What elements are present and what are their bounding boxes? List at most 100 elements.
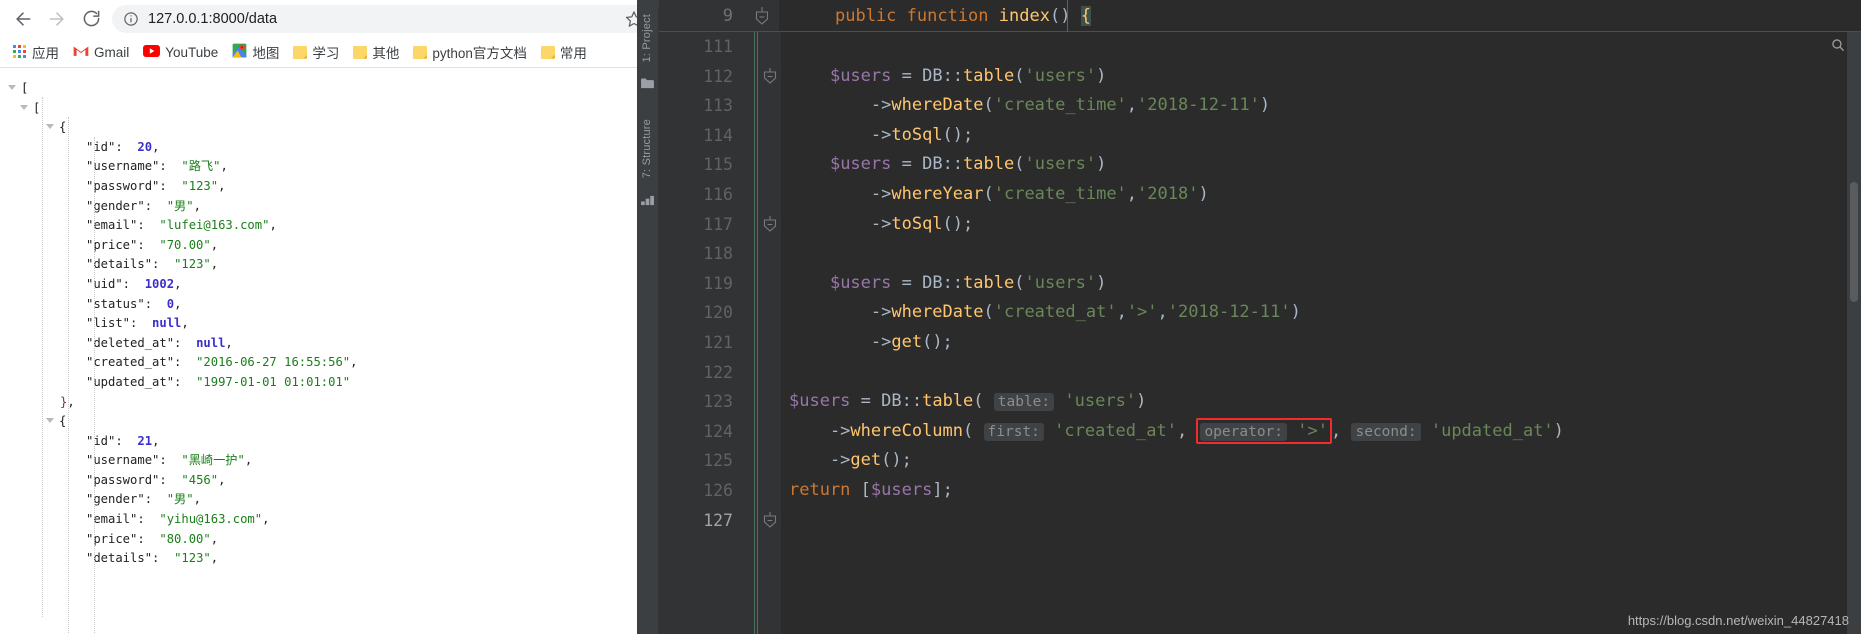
url-text: 127.0.0.1:8000/data <box>148 10 278 27</box>
code-line[interactable] <box>781 358 1861 388</box>
bookmark-folder-python-docs[interactable]: python官方文档 <box>406 40 534 64</box>
code-line[interactable]: ->whereDate('create_time','2018-12-11') <box>781 91 1861 121</box>
indent-guide-line <box>754 32 755 634</box>
gutter-line-number[interactable]: 121 <box>659 328 745 358</box>
json-indent-guide <box>94 137 95 634</box>
phpstorm-window: PHP phpunit... User.php × <box>637 0 1861 634</box>
bookmark-youtube[interactable]: YouTube <box>136 43 225 62</box>
editor-code-area[interactable]: $users = DB::table('users') ->whereDate(… <box>781 32 1861 634</box>
code-line[interactable] <box>781 239 1861 269</box>
folder-icon <box>293 45 308 59</box>
parameter-hint: first: <box>983 422 1044 441</box>
bookmark-gmail[interactable]: Gmail <box>66 43 136 62</box>
sidebar-item-structure[interactable]: 7: Structure <box>637 113 657 184</box>
bookmark-label: 其他 <box>372 46 400 61</box>
back-button[interactable] <box>6 2 40 36</box>
editor-scrollbar-thumb[interactable] <box>1850 182 1858 302</box>
gutter-line-number[interactable]: 117 <box>659 210 745 240</box>
google-maps-icon <box>232 43 247 61</box>
code-line[interactable]: ->get(); <box>781 328 1861 358</box>
screenshot-root: 127.0.0.1:8000/data 应用 Gmail YouTube 地图 … <box>0 0 1861 634</box>
code-line[interactable]: $users = DB::table( table: 'users') <box>781 387 1861 417</box>
code-line[interactable]: ->get(); <box>781 446 1861 476</box>
watermark-text: https://blog.csdn.net/weixin_44827418 <box>1627 613 1849 628</box>
bookmark-label: 地图 <box>252 46 280 61</box>
bookmark-folder-common[interactable]: 常用 <box>534 40 594 64</box>
gutter-line-number[interactable]: 116 <box>659 180 745 210</box>
twisty-icon[interactable] <box>8 85 16 90</box>
code-fold-icon[interactable] <box>762 67 778 86</box>
bookmark-label: Gmail <box>94 44 130 60</box>
folder-icon <box>540 45 555 59</box>
code-line[interactable]: return [$users]; <box>781 476 1861 506</box>
sticky-header-divider <box>1067 0 1068 32</box>
indent-guide-line <box>757 32 758 634</box>
bookmark-label: 常用 <box>559 46 587 61</box>
twisty-icon[interactable] <box>46 418 54 424</box>
gutter-line-number[interactable]: 113 <box>659 91 745 121</box>
structure-icon[interactable] <box>641 191 654 205</box>
gutter-line-number[interactable]: 115 <box>659 150 745 180</box>
sticky-code-text: public function index() { <box>835 5 1091 26</box>
forward-button[interactable] <box>40 2 74 36</box>
gutter-line-number[interactable]: 122 <box>659 358 745 388</box>
project-folder-icon[interactable] <box>641 74 654 89</box>
code-line[interactable]: ->toSql(); <box>781 121 1861 151</box>
folder-icon <box>353 45 368 59</box>
sticky-line-number: 9 <box>659 0 745 31</box>
search-icon[interactable] <box>1831 38 1845 56</box>
gutter-line-number[interactable]: 119 <box>659 269 745 299</box>
folder-icon <box>413 45 428 59</box>
gutter-line-number[interactable]: 123 <box>659 387 745 417</box>
code-line[interactable]: $users = DB::table('users') <box>781 150 1861 180</box>
page-info-icon[interactable] <box>123 11 139 27</box>
code-line[interactable]: ->whereDate('created_at','>','2018-12-11… <box>781 298 1861 328</box>
bookmark-label: YouTube <box>165 44 219 60</box>
json-indent-guide <box>42 97 43 617</box>
highlight-box: operator: '>' <box>1196 417 1332 444</box>
bookmark-label: 应用 <box>32 46 59 61</box>
gutter-line-number[interactable]: 124 <box>659 417 745 447</box>
gutter-line-number[interactable]: 125 <box>659 446 745 476</box>
gutter-line-number[interactable]: 120 <box>659 298 745 328</box>
gmail-icon <box>73 45 89 60</box>
code-line[interactable]: $users = DB::table('users') <box>781 269 1861 299</box>
code-line[interactable]: ->toSql(); <box>781 210 1861 240</box>
sidebar-item-project[interactable]: 1: Project <box>637 8 657 68</box>
code-line[interactable]: ->whereYear('create_time','2018') <box>781 180 1861 210</box>
bookmark-folder-study[interactable]: 学习 <box>286 40 346 64</box>
gutter-line-number[interactable]: 127 <box>659 506 745 536</box>
gutter-line-number[interactable]: 126 <box>659 476 745 506</box>
gutter-line-number[interactable]: 112 <box>659 62 745 92</box>
bookmark-label: python官方文档 <box>432 46 527 61</box>
bookmark-maps[interactable]: 地图 <box>225 40 286 64</box>
parameter-hint: table: <box>993 393 1055 412</box>
sticky-fold-icon[interactable] <box>745 0 779 31</box>
address-bar[interactable]: 127.0.0.1:8000/data <box>112 4 655 33</box>
tool-window-stripe: 1: Project 7: Structure <box>637 8 659 634</box>
sticky-function-header: 9 public function index() { <box>659 0 1861 32</box>
gutter-line-number[interactable]: 111 <box>659 32 745 62</box>
apps-grid-icon <box>13 45 27 59</box>
bookmark-label: 学习 <box>312 46 340 61</box>
bookmark-apps[interactable]: 应用 <box>6 40 66 64</box>
parameter-hint: second: <box>1351 422 1421 441</box>
editor-scrollbar[interactable] <box>1847 32 1861 634</box>
twisty-icon[interactable] <box>46 124 54 130</box>
gutter-line-number[interactable]: 118 <box>659 239 745 269</box>
code-line[interactable]: ->whereColumn( first: 'created_at', oper… <box>781 417 1861 447</box>
code-line[interactable] <box>781 506 1861 536</box>
editor-gutter[interactable]: 111 112 113 114 115 116 117 118 119 120 121 122 123 1… <box>659 32 781 634</box>
code-fold-icon[interactable] <box>762 215 778 234</box>
bookmark-folder-other[interactable]: 其他 <box>346 40 406 64</box>
code-line[interactable]: $users = DB::table('users') <box>781 62 1861 92</box>
parameter-hint: operator: <box>1200 422 1288 441</box>
gutter-line-number[interactable]: 114 <box>659 121 745 151</box>
twisty-icon[interactable] <box>20 104 28 110</box>
code-line[interactable] <box>781 32 1861 62</box>
code-editor[interactable]: 111 112 113 114 115 116 117 118 119 120 121 122 123 1… <box>659 32 1861 634</box>
code-fold-icon[interactable] <box>762 511 778 530</box>
youtube-icon <box>143 44 161 60</box>
reload-button[interactable] <box>74 2 108 36</box>
json-indent-guide <box>68 117 69 634</box>
